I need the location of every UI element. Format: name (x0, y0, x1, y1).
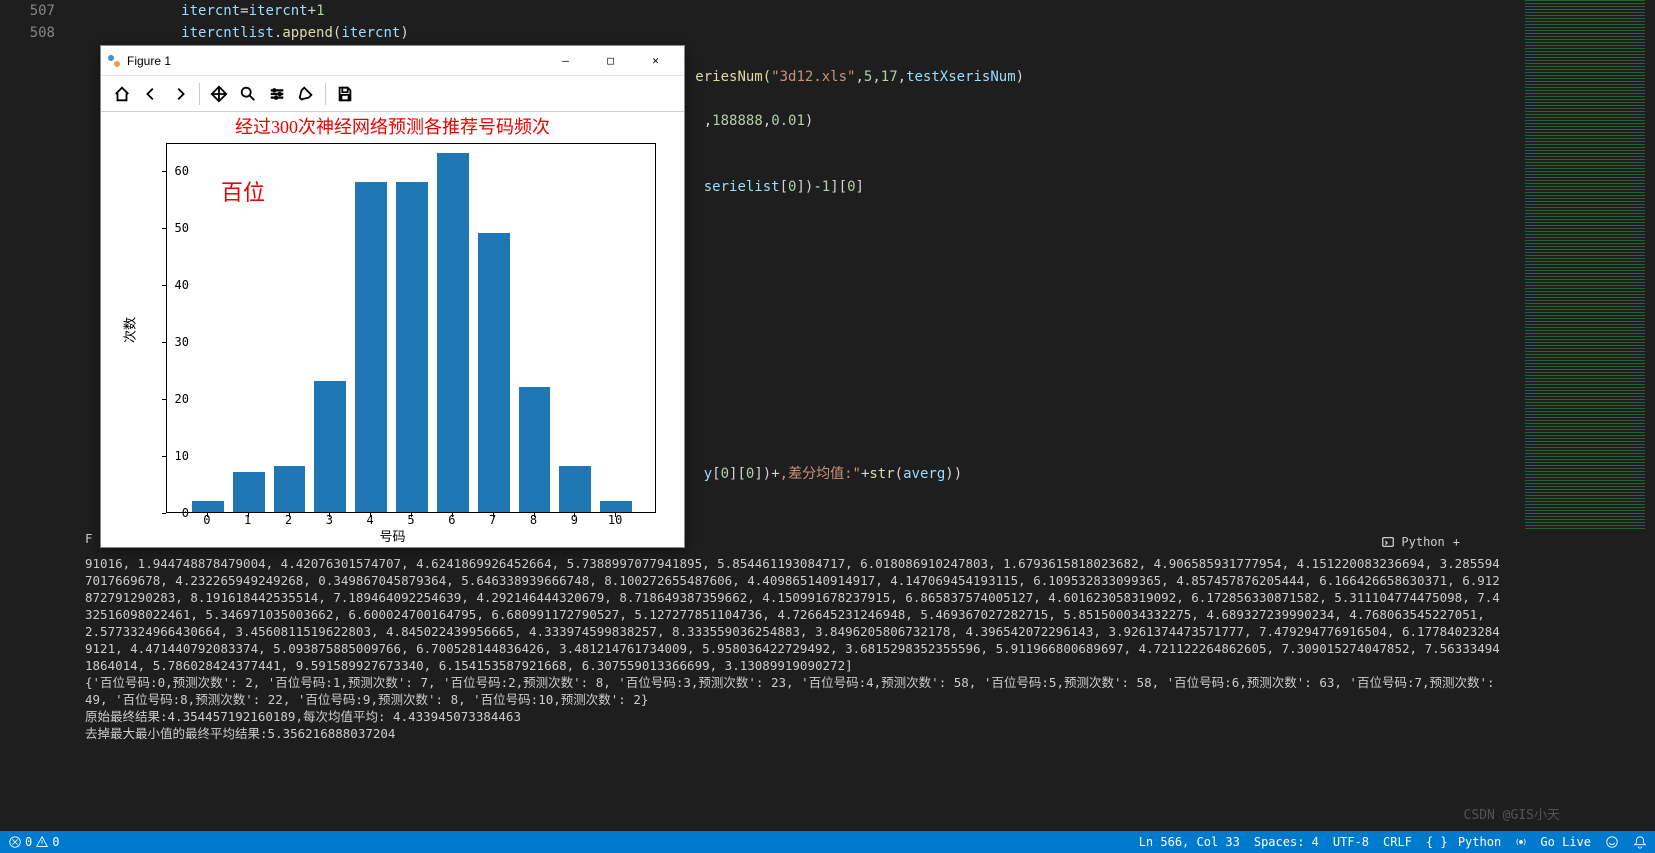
terminal-line: 去掉最大最小值的最终平均结果:5.356216888037204 (85, 725, 1500, 742)
forward-icon[interactable] (167, 81, 193, 107)
status-encoding[interactable]: UTF-8 (1333, 835, 1369, 849)
close-button[interactable]: ✕ (633, 46, 678, 76)
figure-app-icon (107, 54, 121, 68)
chart-bar (355, 182, 387, 512)
status-feedback-icon[interactable] (1605, 835, 1619, 849)
status-spaces[interactable]: Spaces: 4 (1254, 835, 1319, 849)
home-icon[interactable] (109, 81, 135, 107)
terminal-panel[interactable]: F 91016, 1.944748878479004, 4.4207630157… (85, 530, 1500, 831)
chart-bar (600, 501, 632, 512)
chart-bar (233, 472, 265, 512)
toolbar-separator (325, 83, 326, 105)
chart-bar (192, 501, 224, 512)
zoom-icon[interactable] (235, 81, 261, 107)
line-number: 507 (0, 0, 55, 22)
line-gutter: 507 508 (0, 0, 75, 44)
code-line: itercntlist.append(itercnt) (80, 22, 1515, 44)
figure-titlebar[interactable]: Figure 1 — □ ✕ (101, 46, 684, 76)
chart-bar (437, 153, 469, 512)
status-golive[interactable]: Go Live (1515, 835, 1591, 849)
chart-bar (274, 466, 306, 512)
status-bar: 0 0 Ln 566, Col 33 Spaces: 4 UTF-8 CRLF … (0, 831, 1655, 853)
terminal-line: 91016, 1.944748878479004, 4.420763015747… (85, 555, 1500, 674)
chart-bar (396, 182, 428, 512)
line-number: 508 (0, 22, 55, 44)
status-errors[interactable]: 0 0 (8, 835, 59, 849)
figure-toolbar (101, 76, 684, 112)
chart-box (166, 143, 656, 513)
status-lang[interactable]: { } Python (1426, 835, 1501, 849)
chart-bar (314, 381, 346, 512)
plot-canvas: 经过300次神经网络预测各推荐号码频次 百位 次数 号码 01020304050… (101, 113, 684, 547)
pan-icon[interactable] (206, 81, 232, 107)
y-axis-label: 次数 (120, 317, 139, 343)
toolbar-separator (199, 83, 200, 105)
status-ln-col[interactable]: Ln 566, Col 33 (1139, 835, 1240, 849)
terminal-line: {'百位号码:0,预测次数': 2, '百位号码:1,预测次数': 7, '百位… (85, 674, 1500, 708)
terminal-line: 原始最终结果:4.354457192160189,每次均值平均: 4.43394… (85, 708, 1500, 725)
x-axis-label: 号码 (101, 526, 684, 545)
watermark: CSDN @GIS小天 (1464, 804, 1560, 823)
status-eol[interactable]: CRLF (1383, 835, 1412, 849)
maximize-button[interactable]: □ (588, 46, 633, 76)
code-line: itercnt=itercnt+1 (80, 0, 1515, 22)
chart-bar (519, 387, 551, 512)
minimap[interactable] (1525, 0, 1645, 530)
chart-bar (559, 466, 591, 512)
minimize-button[interactable]: — (543, 46, 588, 76)
chart-bar (478, 233, 510, 512)
configure-icon[interactable] (264, 81, 290, 107)
back-icon[interactable] (138, 81, 164, 107)
save-icon[interactable] (332, 81, 358, 107)
figure-window[interactable]: Figure 1 — □ ✕ 经过300次神经网络预测各推荐号码频次 百位 次数… (100, 45, 685, 548)
edit-icon[interactable] (293, 81, 319, 107)
figure-title: Figure 1 (127, 54, 171, 68)
chart-title: 经过300次神经网络预测各推荐号码频次 (101, 113, 684, 139)
status-bell-icon[interactable] (1633, 835, 1647, 849)
